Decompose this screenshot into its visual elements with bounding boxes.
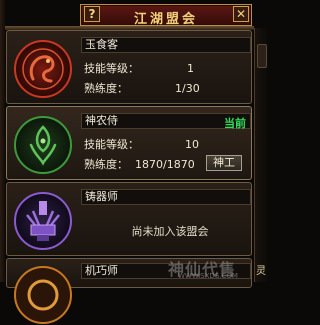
- purple-forge-emblem-icon: [14, 192, 72, 250]
- proficiency-label: 熟练度：: [84, 82, 128, 95]
- orange-gear-emblem-icon: [14, 266, 72, 324]
- help-button[interactable]: ?: [84, 6, 100, 22]
- proficiency-value: 1/30: [175, 82, 200, 95]
- proficiency-label: 熟练度：: [84, 158, 128, 171]
- proficiency-value: 1870/1870: [135, 158, 195, 171]
- watermark-url: WWW.SXDS.COM: [178, 272, 238, 280]
- not-joined-notice: 尚未加入该盟会: [131, 225, 209, 238]
- red-dragon-emblem-icon: [14, 40, 72, 98]
- side-tab-handle[interactable]: [257, 44, 267, 68]
- shengong-button[interactable]: 神工: [206, 155, 242, 171]
- side-edge-label: 灵: [256, 266, 266, 277]
- guild-card-zhuqishi[interactable]: 铸器师 尚未加入该盟会: [6, 182, 252, 256]
- close-button[interactable]: ✕: [233, 6, 249, 22]
- green-herb-emblem-icon: [14, 116, 72, 174]
- skill-level-label: 技能等级：: [84, 138, 139, 151]
- guild-window: 江湖盟会 ? ✕ 玉食客 技能等级： 1 熟练度： 1/30 神农侍 当前 技能…: [0, 0, 268, 324]
- side-scroll-panel: [254, 28, 268, 282]
- title-bar: 江湖盟会: [80, 4, 252, 27]
- guild-card-yushike[interactable]: 玉食客 技能等级： 1 熟练度： 1/30: [6, 30, 252, 104]
- skill-level-value: 1: [187, 62, 194, 75]
- left-border: [0, 0, 5, 282]
- guild-name: 神农侍 当前: [81, 113, 251, 130]
- current-status-badge: 当前: [224, 117, 246, 130]
- skill-level-value: 10: [185, 138, 199, 151]
- skill-level-label: 技能等级：: [84, 62, 139, 75]
- guild-name: 玉食客: [81, 37, 251, 53]
- window-title: 江湖盟会: [133, 12, 198, 27]
- guild-name: 铸器师: [81, 189, 251, 205]
- guild-name-text: 神农侍: [85, 114, 118, 127]
